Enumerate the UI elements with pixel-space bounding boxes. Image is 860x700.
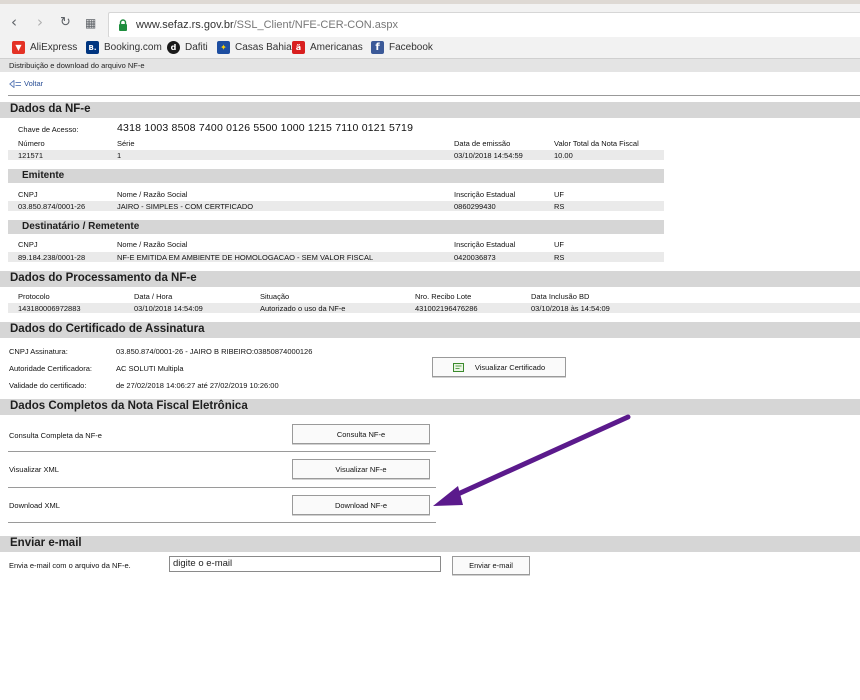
visualizar-nfe-button[interactable]: Visualizar NF-e [292,459,430,479]
emissao-value: 03/10/2018 14:54:59 [454,151,523,160]
section-certificado: Dados do Certificado de Assinatura [0,322,860,338]
url-field[interactable]: www.sefaz.rs.gov.br/SSL_Client/NFE-CER-C… [108,12,860,38]
voltar-label: Voltar [24,79,44,88]
dest-ie: 0420036873 [454,253,496,262]
datahora-label: Data / Hora [134,292,173,301]
address-bar: ‹ › ↻ ▦ www.sefaz.rs.gov.br/SSL_Client/N… [0,4,860,38]
download-nfe-button[interactable]: Download NF-e [292,495,430,515]
recibo-value: 431002196476286 [415,304,478,313]
chave-value: 4318 1003 8508 7400 0126 5500 1000 1215 … [117,122,414,134]
cert-autoridade-label: Autoridade Certificadora: [9,364,92,373]
emissao-label: Data de emissão [454,139,511,148]
aliexpress-icon: ▼ [12,41,25,54]
lock-icon [119,19,127,31]
emitente-cnpj-label: CNPJ [18,190,38,199]
dest-nome-label: Nome / Razão Social [117,240,188,249]
bookmark-label: Booking.com [104,42,162,53]
cert-cnpj-label: CNPJ Assinatura: [9,347,68,356]
breadcrumb: Distribuição e download do arquivo NF-e [0,59,860,72]
inclusao-label: Data Inclusão BD [531,292,590,301]
serie-value: 1 [117,151,122,160]
bookmark-label: AliExpress [30,42,78,53]
reload-icon[interactable]: ↻ [60,15,71,30]
cert-autoridade-value: AC SOLUTI Multipla [116,364,184,373]
numero-label: Número [18,139,45,148]
visualizar-certificado-button[interactable]: Visualizar Certificado [432,357,566,377]
visualizar-certificado-label: Visualizar Certificado [474,362,546,372]
emitente-nome-label: Nome / Razão Social [117,190,188,199]
bookmark-aliexpress[interactable]: ▼ AliExpress [12,41,77,54]
email-label: Envia e-mail com o arquivo da NF-e. [9,561,131,570]
visualizar-xml-label: Visualizar XML [9,465,59,474]
enviar-email-button[interactable]: Enviar e-mail [452,556,530,575]
section-destinatario: Destinatário / Remetente [8,220,664,234]
dest-nome: NF-E EMITIDA EM AMBIENTE DE HOMOLOGACAO … [117,253,374,262]
consulta-completa-label: Consulta Completa da NF-e [9,431,102,440]
dafiti-icon: d [167,41,180,54]
facebook-icon: f [371,41,384,54]
emitente-ie-label: Inscrição Estadual [454,190,516,199]
bookmark-facebook[interactable]: f Facebook [371,41,433,54]
url-text: www.sefaz.rs.gov.br/SSL_Client/NFE-CER-C… [136,19,399,31]
dest-ie-label: Inscrição Estadual [454,240,516,249]
download-xml-label: Download XML [9,501,60,510]
bookmark-casas-bahia[interactable]: ✦ Casas Bahia [217,41,292,54]
cert-validade-value: de 27/02/2018 14:06:27 até 27/02/2019 10… [116,381,279,390]
bookmark-label: Facebook [389,42,433,53]
situacao-value: Autorizado o uso da NF-e [260,304,346,313]
back-arrow-icon [9,79,21,88]
dest-uf: RS [554,253,565,262]
value-row [8,201,664,211]
bookmark-dafiti[interactable]: d Dafiti [167,41,208,54]
row-divider [8,451,436,452]
valor-label: Valor Total da Nota Fiscal [554,139,639,148]
bookmark-booking[interactable]: B. Booking.com [86,41,162,54]
recibo-label: Nro. Recibo Lote [415,292,472,301]
emitente-ie: 0860299430 [454,202,496,211]
datahora-value: 03/10/2018 14:54:09 [134,304,203,313]
row-divider [8,522,436,523]
dest-cnpj-label: CNPJ [18,240,38,249]
numero-value: 121571 [18,151,44,160]
section-emitente: Emitente [8,169,664,183]
consulta-nfe-button[interactable]: Consulta NF-e [292,424,430,444]
protocolo-label: Protocolo [18,292,50,301]
dest-cnpj: 89.184.238/0001-28 [18,253,86,262]
divider [8,95,860,96]
section-processamento: Dados do Processamento da NF-e [0,271,860,287]
valor-value: 10.00 [554,151,573,160]
booking-icon: B. [86,41,99,54]
apps-grid-icon[interactable]: ▦ [85,16,96,31]
emitente-nome: JAIRO - SIMPLES - COM CERTFICADO [117,202,254,211]
bookmark-label: Casas Bahia [235,42,292,53]
bookmarks-bar: ▼ AliExpress B. Booking.com d Dafiti ✦ Casas… [0,37,860,59]
certificate-icon [452,362,464,372]
bookmark-label: Dafiti [185,42,208,53]
email-input[interactable]: digite o e-mail [169,556,441,572]
americanas-icon: ä [292,41,305,54]
emitente-uf: RS [554,202,565,211]
bookmark-label: Americanas [310,42,363,53]
forward-icon[interactable]: › [37,15,43,30]
protocolo-value: 143180006972883 [18,304,81,313]
casas-bahia-icon: ✦ [217,41,230,54]
row-divider [8,487,436,488]
cert-cnpj-value: 03.850.874/0001-26 - JAIRO B RIBEIRO:038… [116,347,313,356]
section-completos: Dados Completos da Nota Fiscal Eletrônic… [0,399,860,415]
page-content: Distribuição e download do arquivo NF-e … [0,59,860,700]
back-icon[interactable]: ‹ [11,15,17,30]
serie-label: Série [117,139,135,148]
emitente-cnpj: 03.850.874/0001-26 [18,202,86,211]
voltar-link[interactable]: Voltar [9,79,43,88]
chave-label: Chave de Acesso: [18,125,79,134]
situacao-label: Situação [260,292,290,301]
emitente-uf-label: UF [554,190,564,199]
section-dados-nfe: Dados da NF-e [0,102,860,118]
section-email: Enviar e-mail [0,536,860,552]
bookmark-americanas[interactable]: ä Americanas [292,41,363,54]
dest-uf-label: UF [554,240,564,249]
inclusao-value: 03/10/2018 às 14:54:09 [531,304,610,313]
cert-validade-label: Validade do certificado: [9,381,87,390]
